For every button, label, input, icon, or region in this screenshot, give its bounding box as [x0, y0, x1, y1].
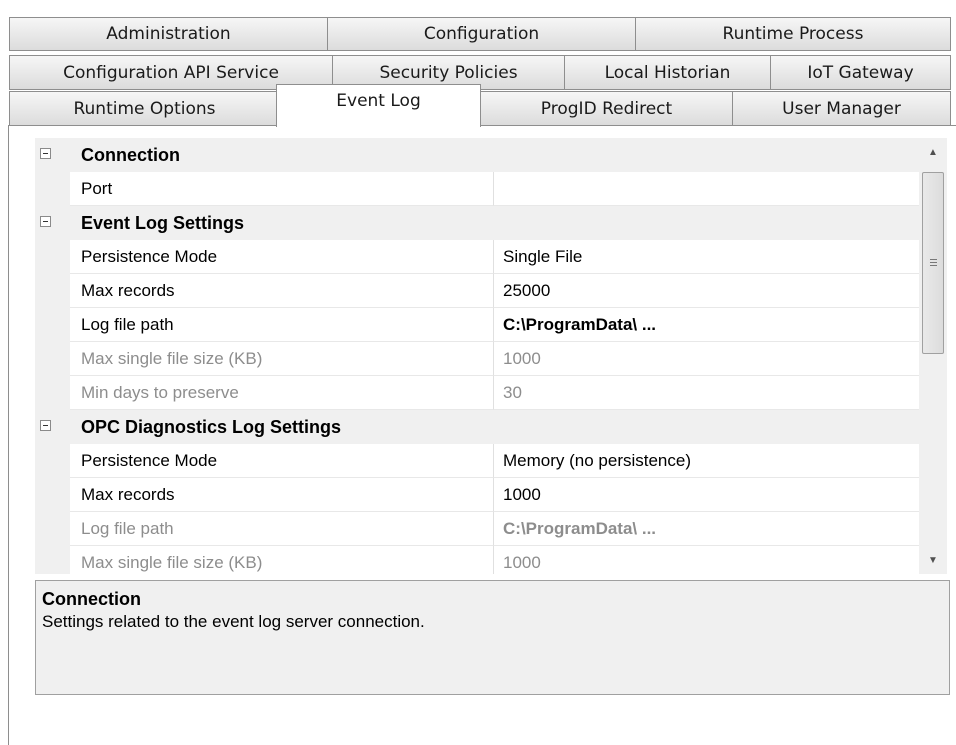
property-name: Persistence Mode: [70, 444, 494, 478]
property-name: Port: [70, 172, 494, 206]
property-row-max-single-file-size[interactable]: Max single file size (KB) 1000: [35, 342, 919, 376]
property-value[interactable]: C:\ProgramData\ ...: [494, 512, 919, 546]
scroll-down-arrow-icon[interactable]: ▼: [919, 546, 947, 574]
property-name: Max records: [70, 274, 494, 308]
property-row-persistence-mode[interactable]: Persistence Mode Single File: [35, 240, 919, 274]
tab-administration[interactable]: Administration: [9, 17, 328, 51]
category-label: OPC Diagnostics Log Settings: [81, 417, 342, 437]
category-event-log-settings[interactable]: Event Log Settings: [35, 206, 919, 240]
property-value[interactable]: 1000: [494, 478, 919, 512]
description-title: Connection: [42, 589, 141, 609]
tab-user-manager[interactable]: User Manager: [732, 91, 951, 126]
property-row-opc-log-file-path[interactable]: Log file path C:\ProgramData\ ...: [35, 512, 919, 546]
property-value[interactable]: Memory (no persistence): [494, 444, 919, 478]
tab-local-historian[interactable]: Local Historian: [564, 55, 771, 90]
collapse-icon[interactable]: [40, 420, 51, 431]
property-value[interactable]: 1000: [494, 342, 919, 376]
property-grid: Connection Port Event Log Settings Persi…: [35, 138, 919, 574]
collapse-icon[interactable]: [40, 148, 51, 159]
category-label: Event Log Settings: [81, 213, 245, 233]
property-row-min-days-to-preserve[interactable]: Min days to preserve 30: [35, 376, 919, 410]
property-row-port[interactable]: Port: [35, 172, 919, 206]
property-value[interactable]: Single File: [494, 240, 919, 274]
property-row-opc-max-single-file-size[interactable]: Max single file size (KB) 1000: [35, 546, 919, 574]
property-value[interactable]: 25000: [494, 274, 919, 308]
tab-runtime-options[interactable]: Runtime Options: [9, 91, 280, 126]
property-name: Log file path: [70, 512, 494, 546]
vertical-scrollbar[interactable]: ▲ ▼: [919, 138, 947, 574]
category-label: Connection: [81, 145, 180, 165]
scrollbar-thumb[interactable]: [922, 172, 944, 354]
category-connection[interactable]: Connection: [35, 138, 919, 172]
description-pane: Connection Settings related to the event…: [35, 580, 950, 695]
property-row-max-records[interactable]: Max records 25000: [35, 274, 919, 308]
tab-event-log[interactable]: Event Log: [276, 84, 481, 127]
property-name: Max single file size (KB): [70, 342, 494, 376]
tab-progid-redirect[interactable]: ProgID Redirect: [480, 91, 733, 126]
tab-iot-gateway[interactable]: IoT Gateway: [770, 55, 951, 90]
property-name: Max records: [70, 478, 494, 512]
property-row-opc-max-records[interactable]: Max records 1000: [35, 478, 919, 512]
property-value[interactable]: 1000: [494, 546, 919, 574]
property-row-log-file-path[interactable]: Log file path C:\ProgramData\ ...: [35, 308, 919, 342]
property-name: Min days to preserve: [70, 376, 494, 410]
property-name: Log file path: [70, 308, 494, 342]
collapse-icon[interactable]: [40, 216, 51, 227]
description-text: Settings related to the event log server…: [42, 612, 425, 631]
property-name: Persistence Mode: [70, 240, 494, 274]
tab-runtime-process[interactable]: Runtime Process: [635, 17, 951, 51]
property-value[interactable]: [494, 172, 919, 206]
tab-configuration[interactable]: Configuration: [327, 17, 636, 51]
property-name: Max single file size (KB): [70, 546, 494, 574]
scroll-up-arrow-icon[interactable]: ▲: [919, 138, 947, 166]
property-row-opc-persistence-mode[interactable]: Persistence Mode Memory (no persistence): [35, 444, 919, 478]
property-value[interactable]: 30: [494, 376, 919, 410]
category-opc-diagnostics-log-settings[interactable]: OPC Diagnostics Log Settings: [35, 410, 919, 444]
property-value[interactable]: C:\ProgramData\ ...: [494, 308, 919, 342]
